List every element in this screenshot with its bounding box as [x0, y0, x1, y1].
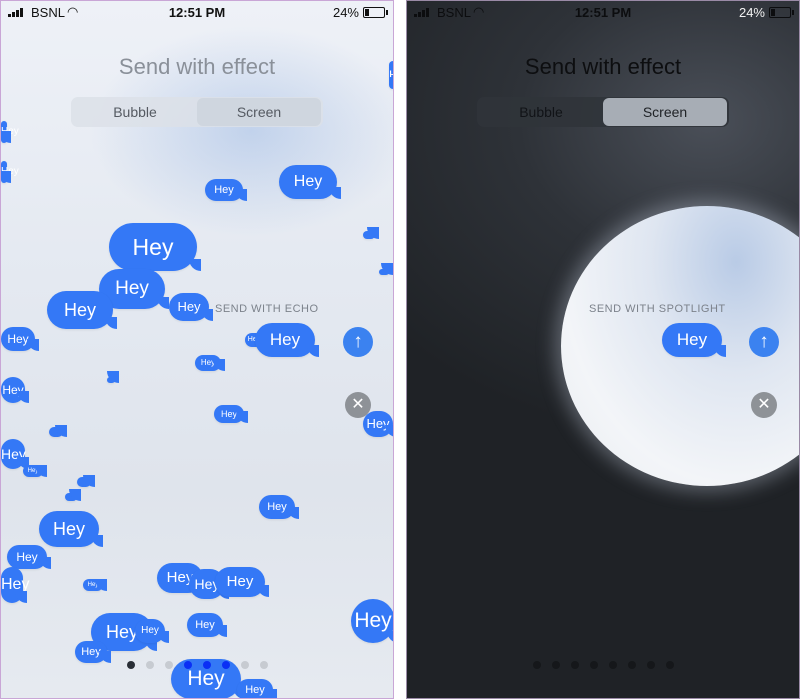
echo-bubble: Hey — [47, 291, 117, 329]
echo-bubble — [379, 263, 393, 275]
page-dot[interactable] — [589, 661, 598, 669]
battery-icon — [363, 7, 388, 18]
spotlight-effect-screen: BSNL ◠ 12:51 PM 24% Send with effect Bub… — [406, 0, 800, 699]
echo-bubble: Hey — [75, 641, 111, 663]
echo-bubble — [65, 489, 81, 501]
effect-type-segmented-control: Bubble Screen — [71, 97, 323, 127]
echo-bubble: Hey — [279, 165, 341, 199]
close-icon: ✕ — [757, 396, 771, 413]
echo-bubble — [77, 475, 95, 487]
echo-bubble: Hey — [187, 613, 227, 637]
page-dot[interactable] — [164, 661, 173, 669]
echo-bubble: Hey — [205, 179, 247, 201]
page-dot[interactable] — [532, 661, 541, 669]
echo-bubble: Hey — [169, 293, 213, 321]
effect-page-indicator[interactable] — [1, 661, 393, 671]
close-button[interactable]: ✕ — [751, 392, 777, 418]
close-icon: ✕ — [351, 396, 365, 413]
send-button[interactable]: ↑ — [343, 327, 373, 357]
page-dot[interactable] — [608, 661, 617, 669]
echo-bubble: Hey — [1, 567, 29, 603]
echo-bubble: Hey — [135, 619, 169, 643]
echo-bubble — [363, 227, 379, 239]
effect-name-label: SEND WITH SPOTLIGHT — [589, 303, 726, 315]
effect-name-label: SEND WITH ECHO — [215, 303, 319, 315]
battery-percent: 24% — [332, 5, 359, 20]
echo-bubble — [107, 371, 119, 383]
echo-bubble: Hey — [351, 599, 393, 643]
page-dot[interactable] — [240, 661, 249, 669]
echo-bubble: Hey — [259, 495, 299, 519]
page-dot[interactable] — [145, 661, 154, 669]
page-dot[interactable] — [570, 661, 579, 669]
page-title: Send with effect — [524, 54, 682, 79]
page-dot[interactable] — [183, 661, 192, 669]
tab-bubble[interactable]: Bubble — [73, 97, 197, 127]
page-dot[interactable] — [221, 661, 230, 669]
page-dot[interactable] — [551, 661, 560, 669]
status-bar: BSNL ◠ 12:51 PM 24% — [1, 1, 393, 23]
send-button[interactable]: ↑ — [749, 327, 779, 357]
effect-page-indicator[interactable] — [407, 661, 799, 671]
battery-percent: 24% — [738, 5, 765, 20]
page-dot[interactable] — [665, 661, 674, 669]
echo-bubble: Hey — [7, 545, 51, 569]
tab-bubble[interactable]: Bubble — [479, 97, 603, 127]
message-preview-bubble: Hey — [662, 323, 726, 357]
message-preview-bubble: Hey — [255, 323, 319, 357]
battery-icon — [769, 7, 794, 18]
echo-bubble: Hey — [195, 355, 225, 371]
echo-bubble — [49, 425, 67, 437]
echo-bubble: Hey — [363, 411, 393, 437]
echo-bubble: Hey — [83, 579, 107, 591]
echo-bubble: Hey — [1, 327, 39, 351]
echo-bubble: Hey — [39, 511, 103, 547]
close-button[interactable]: ✕ — [345, 392, 371, 418]
effect-type-segmented-control: Bubble Screen — [477, 97, 729, 127]
page-title: Send with effect — [118, 54, 276, 79]
tab-screen[interactable]: Screen — [603, 98, 727, 126]
status-bar: BSNL ◠ 12:51 PM 24% — [407, 1, 799, 23]
echo-bubble: Hey — [23, 465, 47, 477]
arrow-up-icon: ↑ — [759, 331, 769, 352]
page-dot[interactable] — [126, 661, 135, 669]
echo-bubble: Hey — [215, 567, 269, 597]
echo-effect-screen: BSNL ◠ 12:51 PM 24% Send with effect Bub… — [0, 0, 394, 699]
tab-screen[interactable]: Screen — [197, 98, 321, 126]
echo-bubble: Hey — [1, 121, 19, 143]
page-dot[interactable] — [627, 661, 636, 669]
echo-bubble: Hey — [1, 377, 29, 403]
echo-bubble: Hey — [214, 405, 248, 423]
echo-bubble: Hey — [1, 161, 19, 183]
arrow-up-icon: ↑ — [353, 331, 363, 352]
echo-bubble: Hey — [389, 61, 393, 89]
page-dot[interactable] — [646, 661, 655, 669]
page-dot[interactable] — [202, 661, 211, 669]
echo-bubble: Hey — [237, 679, 277, 698]
echo-bubble: Hey — [1, 439, 29, 469]
page-dot[interactable] — [259, 661, 268, 669]
echo-bubble: Hey — [109, 223, 201, 271]
